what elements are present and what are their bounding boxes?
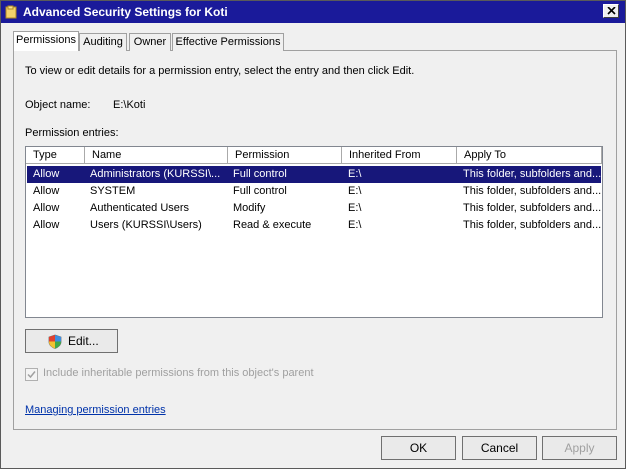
cell-apply-to: This folder, subfolders and...	[463, 168, 601, 180]
cell-apply-to: This folder, subfolders and...	[463, 202, 601, 214]
table-row[interactable]: Allow Authenticated Users Modify E:\ Thi…	[27, 200, 601, 217]
include-inheritable-label: Include inheritable permissions from thi…	[43, 367, 314, 379]
cell-name: Users (KURSSI\Users)	[90, 219, 202, 231]
tab-permissions[interactable]: Permissions	[13, 31, 79, 51]
cell-permission: Modify	[233, 202, 266, 214]
column-header-apply-to[interactable]: Apply To	[457, 147, 602, 164]
cell-inherited-from: E:\	[348, 202, 362, 214]
managing-permissions-link[interactable]: Managing permission entries	[25, 404, 166, 416]
tab-owner[interactable]: Owner	[129, 33, 171, 51]
tab-auditing-label: Auditing	[83, 36, 123, 48]
window-title: Advanced Security Settings for Koti	[23, 5, 228, 19]
permission-entries-list[interactable]: Type Name Permission Inherited From Appl…	[25, 146, 603, 318]
title-bar[interactable]: Advanced Security Settings for Koti	[1, 1, 625, 23]
instructions-text: To view or edit details for a permission…	[25, 65, 415, 77]
permission-entries-label: Permission entries:	[25, 127, 119, 139]
tab-owner-label: Owner	[133, 36, 167, 48]
cancel-button[interactable]: Cancel	[462, 436, 537, 460]
cell-type: Allow	[33, 185, 60, 197]
cell-name: Administrators (KURSSI\...	[90, 168, 220, 180]
cell-name: SYSTEM	[90, 185, 136, 197]
cell-name: Authenticated Users	[90, 202, 190, 214]
column-header-type[interactable]: Type	[26, 147, 85, 164]
tab-permissions-label: Permissions	[16, 34, 76, 46]
ok-button[interactable]: OK	[381, 436, 456, 460]
cell-type: Allow	[33, 219, 60, 231]
cell-inherited-from: E:\	[348, 168, 362, 180]
column-header-inherited-from[interactable]: Inherited From	[342, 147, 457, 164]
table-row[interactable]: Allow Administrators (KURSSI\... Full co…	[27, 166, 601, 183]
table-row[interactable]: Allow Users (KURSSI\Users) Read & execut…	[27, 217, 601, 234]
cell-inherited-from: E:\	[348, 219, 362, 231]
object-name-value: E:\Koti	[113, 99, 146, 111]
apply-button[interactable]: Apply	[542, 436, 617, 460]
cell-permission: Read & execute	[233, 219, 312, 231]
folder-icon	[5, 5, 17, 19]
column-header-permission[interactable]: Permission	[228, 147, 342, 164]
cell-type: Allow	[33, 168, 60, 180]
object-name-label: Object name:	[25, 99, 91, 111]
close-button[interactable]	[603, 4, 619, 18]
cell-apply-to: This folder, subfolders and...	[463, 219, 601, 231]
cell-type: Allow	[33, 202, 60, 214]
cell-inherited-from: E:\	[348, 185, 362, 197]
cell-permission: Full control	[233, 168, 287, 180]
tab-effective-permissions[interactable]: Effective Permissions	[172, 33, 284, 51]
checkmark-icon	[27, 371, 36, 379]
close-icon	[607, 7, 616, 15]
edit-button[interactable]: Edit...	[25, 329, 118, 353]
tab-effective-permissions-label: Effective Permissions	[175, 36, 281, 48]
table-row[interactable]: Allow SYSTEM Full control E:\ This folde…	[27, 183, 601, 200]
shield-icon	[48, 334, 62, 356]
edit-button-label: Edit...	[68, 334, 99, 348]
cell-permission: Full control	[233, 185, 287, 197]
list-header: Type Name Permission Inherited From Appl…	[26, 147, 602, 165]
dialog-window: Advanced Security Settings for Koti Perm…	[0, 0, 626, 469]
tab-auditing[interactable]: Auditing	[79, 33, 127, 51]
include-inheritable-checkbox[interactable]	[25, 368, 38, 381]
column-header-name[interactable]: Name	[85, 147, 228, 164]
cell-apply-to: This folder, subfolders and...	[463, 185, 601, 197]
